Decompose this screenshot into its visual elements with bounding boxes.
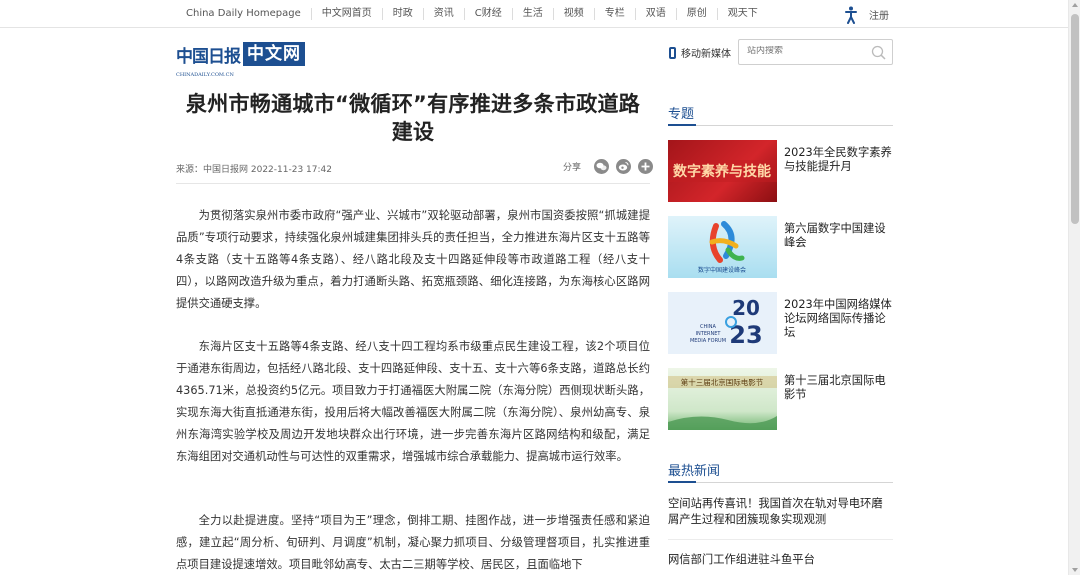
topic-thumbnail: 数字中国建设峰会 — [668, 216, 777, 278]
hot-news-heading-rule — [668, 481, 893, 483]
page-scrollbar[interactable] — [1068, 0, 1080, 575]
nav-link-columns[interactable]: 专栏 — [595, 7, 636, 20]
topic-thumb-text-3: MEDIA FORUM — [690, 338, 726, 344]
topic-thumb-text: 第十三届北京国际电影节 — [681, 377, 764, 387]
article-paragraph: 全力以赴提进度。坚持“项目为王”理念，倒排工期、挂图作战，进一步增强责任感和紧迫… — [176, 514, 650, 571]
logo-china-daily: 中国日报 CHINADAILY.COM.CN — [176, 48, 241, 78]
weibo-icon[interactable] — [616, 159, 632, 174]
topic-caption[interactable]: 第六届数字中国建设峰会 — [784, 222, 896, 250]
register-link[interactable]: 注册 — [869, 7, 889, 22]
topics-heading-rule — [668, 124, 893, 126]
nav-link-china-daily-homepage[interactable]: China Daily Homepage — [176, 7, 312, 20]
nav-link-bilingual[interactable]: 双语 — [636, 7, 677, 20]
scroll-down-arrow-icon[interactable] — [1072, 568, 1078, 572]
nav-link-video[interactable]: 视频 — [554, 7, 595, 20]
site-search — [738, 39, 893, 65]
hot-news-heading: 最热新闻 — [668, 464, 721, 479]
mobile-media-label: 移动新媒体 — [681, 49, 731, 60]
article-paragraph: 为贯彻落实泉州市委市政府“强产业、兴城市”双轮驱动部署，泉州市国资委按照“抓城建… — [176, 209, 650, 310]
nav-link-chinese-home[interactable]: 中文网首页 — [312, 7, 383, 20]
top-nav-links: China Daily Homepage 中文网首页 时政 资讯 C财经 生活 … — [176, 0, 768, 27]
topic-item[interactable]: 第十三届北京国际电影节 第十三届北京国际电影节 — [668, 368, 893, 430]
search-icon[interactable] — [871, 45, 886, 60]
topic-item[interactable]: 数字中国建设峰会 第六届数字中国建设峰会 — [668, 216, 893, 278]
topic-caption[interactable]: 2023年全民数字素养与技能提升月 — [784, 146, 896, 174]
article-title: 泉州市畅通城市“微循环”有序推进多条市政道路建设 — [185, 92, 641, 144]
topic-caption[interactable]: 2023年中国网络媒体论坛网络国际传播论坛 — [784, 298, 896, 340]
topics-heading: 专题 — [668, 107, 695, 122]
topic-caption[interactable]: 第十三届北京国际电影节 — [784, 374, 896, 402]
hot-news-item[interactable]: 网信部门工作组进驻斗鱼平台 — [668, 552, 893, 568]
topic-thumbnail: 第十三届北京国际电影节 — [668, 368, 777, 430]
topic-thumb-text: 数字中国建设峰会 — [698, 266, 746, 274]
nav-link-life[interactable]: 生活 — [513, 7, 554, 20]
topic-thumb-text-2: INTERNET — [696, 331, 722, 337]
more-share-icon[interactable] — [638, 159, 654, 174]
hot-news-item[interactable]: 空间站再传喜讯！我国首次在轨对导电环磨屑产生过程和团簇现象实现观测 — [668, 496, 893, 528]
topic-thumb-year-top: 20 — [732, 296, 760, 320]
wechat-icon[interactable] — [594, 159, 610, 174]
mobile-media-link[interactable]: 移动新媒体 — [669, 45, 731, 60]
share-bar: 分享 — [563, 159, 654, 174]
nav-link-original[interactable]: 原创 — [677, 7, 718, 20]
topic-thumbnail: 20 23 CHINA INTERNET MEDIA FORUM — [668, 292, 777, 354]
article-meta: 来源：中国日报网 2022-11-23 17:42 — [176, 165, 332, 175]
article-divider — [176, 183, 650, 184]
site-logo[interactable]: 中国日报 CHINADAILY.COM.CN 中文网 — [176, 40, 305, 78]
topic-thumb-text: 数字素养与技能 — [673, 163, 771, 180]
topic-item[interactable]: 20 23 CHINA INTERNET MEDIA FORUM 2023年中国… — [668, 292, 893, 354]
accessibility-icon[interactable] — [843, 6, 859, 24]
site-header: 中国日报 CHINADAILY.COM.CN 中文网 移动新媒体 — [0, 28, 1068, 80]
topic-thumb-text-1: CHINA — [700, 324, 716, 330]
phone-icon — [669, 46, 676, 59]
scrollbar-thumb[interactable] — [1071, 14, 1079, 224]
search-input[interactable] — [747, 46, 867, 56]
topic-thumbnail: 数字素养与技能 — [668, 140, 777, 202]
top-nav: China Daily Homepage 中文网首页 时政 资讯 C财经 生活 … — [0, 0, 1068, 28]
logo-domain: CHINADAILY.COM.CN — [176, 72, 234, 78]
nav-link-finance[interactable]: C财经 — [465, 7, 513, 20]
article-paragraph: 东海片区支十五路等4条支路、经八支十四工程均系市级重点民生建设工程，该2个项目位… — [176, 340, 650, 463]
nav-link-world[interactable]: 观天下 — [718, 8, 768, 20]
topic-item[interactable]: 数字素养与技能 2023年全民数字素养与技能提升月 — [668, 140, 893, 202]
news-divider — [668, 539, 893, 540]
scroll-up-arrow-icon[interactable] — [1072, 3, 1078, 7]
nav-link-politics[interactable]: 时政 — [383, 7, 424, 20]
nav-link-news[interactable]: 资讯 — [424, 7, 465, 20]
share-label: 分享 — [563, 163, 582, 173]
logo-chinese-web: 中文网 — [243, 42, 305, 66]
